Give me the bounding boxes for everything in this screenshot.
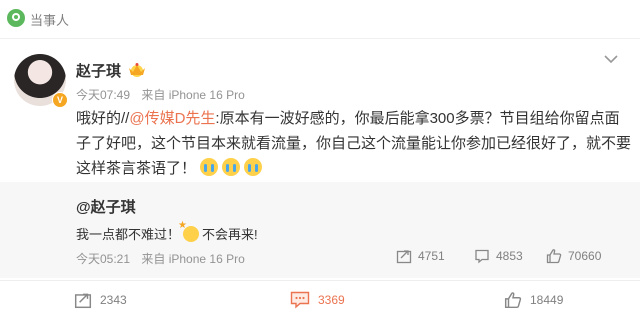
chevron-down-icon[interactable] xyxy=(604,54,618,64)
share-icon xyxy=(74,293,92,309)
top-bar: 当事人 xyxy=(0,0,640,40)
repost-button[interactable]: 2343 xyxy=(74,291,127,309)
like-button[interactable]: 18449 xyxy=(504,291,563,309)
mention-link[interactable]: @传媒D先生 xyxy=(129,110,215,127)
repost-meta: 今天05:21 来自 iPhone 16 Pro xyxy=(76,250,253,267)
post-meta: 今天07:49 来自 iPhone 16 Pro xyxy=(76,86,253,103)
reposted-post[interactable]: @赵子琪 我一点都不难过！ 不会再来! 今天05:21 来自 iPhone 16 … xyxy=(0,182,640,278)
repost-comment-button[interactable]: 4853 xyxy=(474,248,523,264)
repost-like-button[interactable]: 70660 xyxy=(546,248,601,264)
post-body: 哦好的//@传媒D先生:原本有一波好感的，你最后能拿300多票？节目组给你留点面… xyxy=(76,106,632,181)
comment-count: 3369 xyxy=(318,293,345,307)
post-time[interactable]: 今天07:49 xyxy=(76,88,130,102)
repost-count: 2343 xyxy=(100,293,127,307)
member-crown-icon xyxy=(129,63,145,77)
thumbs-up-icon xyxy=(546,249,562,264)
post-prefix: 哦好的// xyxy=(76,110,130,127)
crying-emoji-icon xyxy=(222,158,241,176)
comment-button[interactable]: 3369 xyxy=(290,291,345,309)
repost-text-before: 我一点都不难过！ xyxy=(76,227,181,242)
divider xyxy=(0,38,640,39)
repost-text: 我一点都不难过！ 不会再来! xyxy=(76,220,258,243)
repost-author[interactable]: @赵子琪 xyxy=(76,196,136,217)
repost-repost-count: 4751 xyxy=(418,249,445,263)
repost-source: 来自 iPhone 16 Pro xyxy=(141,252,245,266)
location-pin-icon xyxy=(7,9,25,27)
share-icon xyxy=(396,250,412,264)
repost-comment-count: 4853 xyxy=(496,249,523,263)
comment-icon xyxy=(290,291,310,309)
thumbs-up-icon xyxy=(504,292,522,309)
repost-repost-button[interactable]: 4751 xyxy=(396,248,445,264)
repost-like-count: 70660 xyxy=(568,249,602,263)
happy-emoji-icon xyxy=(178,220,200,242)
like-count: 18449 xyxy=(530,293,564,307)
page-title: 当事人 xyxy=(30,13,70,28)
repost-time[interactable]: 今天05:21 xyxy=(76,252,130,266)
comment-icon xyxy=(475,249,489,264)
repost-actions: 4751 4853 70660 xyxy=(396,248,636,268)
crying-emoji-icon xyxy=(200,158,219,176)
post-source: 来自 iPhone 16 Pro xyxy=(141,88,245,102)
action-bar: 2343 3369 18449 xyxy=(0,280,640,319)
crying-emoji-icon xyxy=(244,158,263,176)
verified-badge-icon: V xyxy=(52,92,68,108)
author-name[interactable]: 赵子琪 xyxy=(76,60,121,81)
repost-text-after: 不会再来! xyxy=(202,227,258,242)
